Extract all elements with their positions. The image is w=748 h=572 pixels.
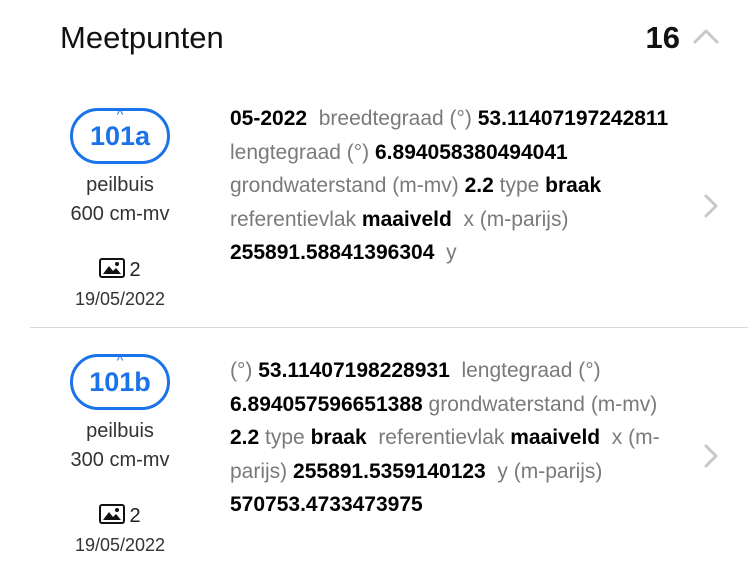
lat-value: 53.11407197242811 [477,107,669,130]
point-details: (°) 53.11407198228931 lengtegraad (°) 6.… [230,354,678,522]
point-depth: 600 cm-mv [70,203,170,225]
point-badge: ^ 101b [70,352,170,410]
list-item[interactable]: ^ 101a peilbuis 600 cm-mv 2 19/05/2022 0… [0,84,748,330]
section-header[interactable]: Meetpunten 16 [0,0,748,78]
photo-count: 2 [30,258,210,282]
ref-label: referentievlak [230,207,357,231]
point-date: 19/05/2022 [74,289,166,309]
ref-label: referentievlak [378,426,505,450]
caret-icon: ^ [116,352,124,368]
chevron-up-icon[interactable] [692,24,720,48]
date-prefix: 05-2022 [230,107,308,130]
gw-label: grondwaterstand (m-mv) [230,174,459,198]
list-item[interactable]: ^ 101b peilbuis 300 cm-mv 2 19/05/2022 (… [0,330,748,552]
point-badge: ^ 101a [70,106,170,164]
photo-count-value: 2 [129,259,141,281]
type-label: type [499,174,540,198]
x-value: 255891.58841396304 [230,241,435,265]
lat-value: 53.11407198228931 [258,359,450,382]
type-value: braak [310,426,367,450]
type-label: type [265,426,305,450]
point-summary: ^ 101b peilbuis 300 cm-mv 2 19/05/2022 [30,330,210,552]
lon-label: lengtegraad (°) [461,359,601,382]
chevron-right-icon[interactable] [700,442,722,470]
lon-label: lengtegraad (°) [230,140,370,164]
point-details: 05-2022 breedtegraad (°) 53.114071972428… [230,102,678,270]
image-icon [99,258,126,278]
point-depth: 300 cm-mv [70,449,170,471]
point-type: peilbuis [86,174,154,196]
point-id: 101b [89,367,151,397]
lat-label: (°) [230,359,253,382]
caret-icon: ^ [116,106,124,122]
lon-value: 6.894057596651388 [230,392,423,416]
image-icon [99,504,126,524]
lon-value: 6.894058380494041 [375,140,568,164]
row-divider [30,327,748,328]
x-value: 255891.5359140123 [293,459,486,483]
lat-label: breedtegraad (°) [318,107,472,130]
gw-label: grondwaterstand (m-mv) [428,392,658,416]
gw-value: 2.2 [230,426,260,450]
ref-value: maaiveld [510,426,601,450]
type-value: braak [545,174,602,198]
item-count: 16 [645,20,680,55]
y-label: y (m-parijs) [497,459,603,483]
photo-count: 2 [30,504,210,528]
point-date: 19/05/2022 [74,535,166,552]
gw-value: 2.2 [464,174,494,198]
point-summary: ^ 101a peilbuis 600 cm-mv 2 19/05/2022 [30,84,210,314]
x-label: x (m-parijs) [463,207,569,231]
chevron-right-icon[interactable] [700,192,722,220]
y-value: 570753.4733473975 [230,493,423,517]
point-type: peilbuis [86,420,154,442]
photo-count-value: 2 [129,505,141,527]
point-id: 101a [89,121,151,151]
ref-value: maaiveld [361,207,452,231]
y-label: y [446,241,457,265]
section-title: Meetpunten [60,20,224,55]
